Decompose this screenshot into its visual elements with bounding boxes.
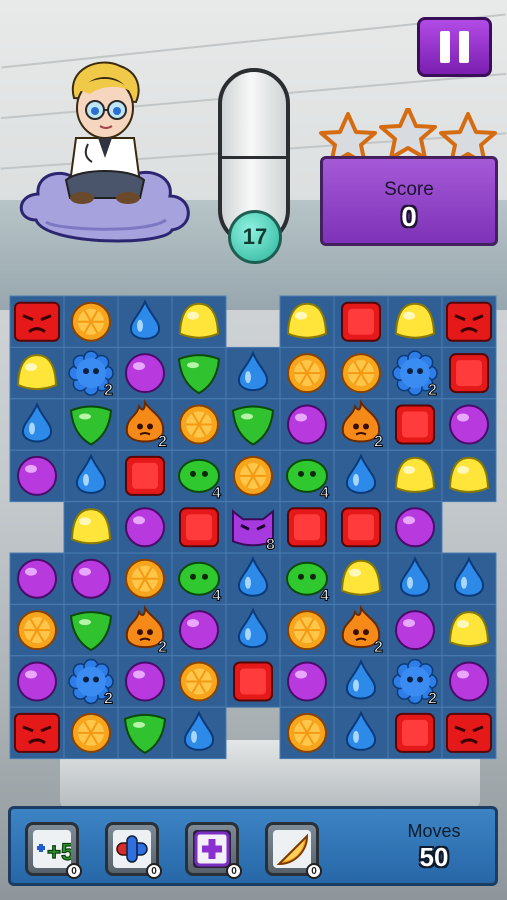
tile-red[interactable] bbox=[179, 507, 219, 548]
tile-purple[interactable] bbox=[17, 455, 57, 496]
moves-label: Moves bbox=[407, 821, 461, 841]
tile-purple[interactable] bbox=[395, 610, 435, 651]
tile-purple[interactable] bbox=[179, 610, 219, 651]
orange-slice-icon bbox=[276, 833, 309, 866]
tile-purple[interactable] bbox=[125, 353, 165, 394]
tile-hit-count: 2 bbox=[374, 639, 383, 656]
tile-orange[interactable] bbox=[287, 610, 327, 651]
booster-count: 0 bbox=[146, 863, 162, 879]
tile-orange[interactable] bbox=[287, 353, 327, 394]
tile-yellow[interactable] bbox=[448, 611, 490, 648]
game-board: 2 2 2 2 4 4 8 4 4 2 2 2 2 bbox=[9, 295, 497, 760]
tile-orange[interactable] bbox=[125, 558, 165, 599]
tile-orange[interactable] bbox=[287, 712, 327, 753]
tile-orange[interactable] bbox=[17, 610, 57, 651]
booster-count: 0 bbox=[306, 863, 322, 879]
tile-bad-red[interactable] bbox=[14, 712, 60, 753]
tile-hit-count: 4 bbox=[212, 588, 221, 605]
tile-hit-count: 2 bbox=[428, 382, 437, 399]
tile-red[interactable] bbox=[341, 507, 381, 548]
tile-yellow[interactable] bbox=[286, 302, 328, 339]
tile-purple[interactable] bbox=[125, 507, 165, 548]
tile-orange[interactable] bbox=[233, 455, 273, 496]
bottom-bar: +5 0 0 0 0 Moves 50 bbox=[8, 806, 498, 886]
tile-purple[interactable] bbox=[395, 507, 435, 548]
tile-hit-count: 2 bbox=[158, 639, 167, 656]
tile-hit-count: 4 bbox=[320, 485, 329, 502]
tile-yellow[interactable] bbox=[448, 456, 490, 493]
plus-cross-icon bbox=[194, 831, 230, 867]
tile-yellow[interactable] bbox=[340, 559, 382, 596]
moves-value: 50 bbox=[419, 842, 449, 872]
tile-hit-count: 2 bbox=[104, 691, 113, 708]
tile-purple[interactable] bbox=[287, 661, 327, 702]
tile-purple[interactable] bbox=[17, 558, 57, 599]
tile-red[interactable] bbox=[395, 404, 435, 445]
tile-red[interactable] bbox=[341, 301, 381, 342]
booster-plus-cross[interactable]: 0 bbox=[185, 822, 242, 879]
tile-red[interactable] bbox=[449, 353, 489, 394]
tile-yellow[interactable] bbox=[70, 508, 112, 545]
tile-bad-red[interactable] bbox=[14, 301, 60, 342]
tile-yellow[interactable] bbox=[394, 456, 436, 493]
tile-bad-red[interactable] bbox=[446, 712, 492, 753]
tile-hit-count: 4 bbox=[212, 485, 221, 502]
plus-five-icon: +5 bbox=[37, 838, 75, 867]
tile-hit-count: 2 bbox=[158, 434, 167, 451]
tile-purple[interactable] bbox=[17, 661, 57, 702]
tile-purple[interactable] bbox=[449, 661, 489, 702]
booster-plus-five-moves[interactable]: +5 0 bbox=[25, 822, 82, 879]
booster-count: 0 bbox=[226, 863, 242, 879]
svg-text:+5: +5 bbox=[47, 839, 71, 866]
tile-purple[interactable] bbox=[71, 558, 111, 599]
tile-hit-count: 2 bbox=[428, 691, 437, 708]
tile-yellow[interactable] bbox=[394, 302, 436, 339]
tile-orange[interactable] bbox=[71, 301, 111, 342]
tile-orange[interactable] bbox=[341, 353, 381, 394]
tile-purple[interactable] bbox=[125, 661, 165, 702]
tile-bad-red[interactable] bbox=[446, 301, 492, 342]
booster-pill[interactable]: 0 bbox=[105, 822, 162, 879]
tile-orange[interactable] bbox=[179, 404, 219, 445]
booster-count: 0 bbox=[66, 863, 82, 879]
tile-purple[interactable] bbox=[287, 404, 327, 445]
booster-orange-slice[interactable]: 0 bbox=[265, 822, 322, 879]
tile-hit-count: 8 bbox=[266, 536, 275, 553]
tile-purple[interactable] bbox=[449, 404, 489, 445]
tile-red[interactable] bbox=[395, 712, 435, 753]
tile-red[interactable] bbox=[125, 455, 165, 496]
tile-yellow[interactable] bbox=[178, 302, 220, 339]
tile-hit-count: 2 bbox=[374, 434, 383, 451]
pill-icon bbox=[116, 835, 148, 863]
tile-red[interactable] bbox=[287, 507, 327, 548]
tile-yellow[interactable] bbox=[16, 354, 58, 391]
tile-red[interactable] bbox=[233, 661, 273, 702]
tile-orange[interactable] bbox=[71, 712, 111, 753]
tile-hit-count: 4 bbox=[320, 588, 329, 605]
tile-orange[interactable] bbox=[179, 661, 219, 702]
moves-box: Moves 50 bbox=[379, 813, 489, 883]
tile-hit-count: 2 bbox=[104, 382, 113, 399]
